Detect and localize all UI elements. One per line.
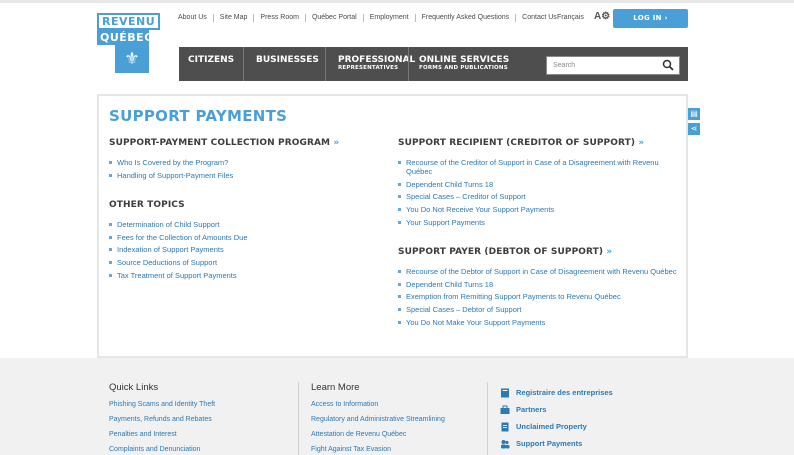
nav-sublabel: FORMS AND PUBLICATIONS [419, 65, 508, 71]
footer-quick-links-title: Quick Links [109, 382, 159, 393]
section-heading-support-recipient[interactable]: SUPPORT RECIPIENT (CREDITOR OF SUPPORT) … [398, 138, 644, 148]
footer-quick-links: Phishing Scams and Identity Theft Paymen… [109, 400, 215, 455]
share-tools: ▤ ⋖ [688, 108, 700, 138]
list-item[interactable]: Recourse of the Creditor of Support in C… [398, 158, 680, 176]
print-icon[interactable]: ▤ [688, 108, 700, 120]
search-input[interactable]: Search [553, 62, 575, 69]
nav-sublabel: REPRESENTATIVES [338, 65, 399, 71]
heading-text: SUPPORT RECIPIENT (CREDITOR OF SUPPORT) [398, 138, 636, 148]
featured-label: Partners [516, 405, 547, 414]
link-quebec-portal[interactable]: Québec Portal [306, 14, 364, 22]
footer-featured-links: Registraire des entreprises Partners Unc… [500, 384, 613, 452]
login-label: LOG IN [633, 14, 662, 22]
list-item[interactable]: Determination of Child Support [109, 220, 379, 229]
nav-citizens[interactable]: CITIZENS [188, 47, 234, 81]
nav-businesses[interactable]: BUSINESSES [256, 47, 319, 81]
nav-divider [408, 47, 409, 81]
featured-label: Unclaimed Property [516, 422, 587, 431]
list-item[interactable]: Handling of Support-Payment Files [109, 171, 379, 180]
fleur-de-lis-icon: ⚜ [115, 45, 149, 73]
double-chevron-icon: » [606, 247, 613, 257]
footer-link[interactable]: Payments, Refunds and Rebates [109, 415, 215, 424]
utility-links: About Us Site Map Press Room Québec Port… [172, 14, 563, 22]
list-item[interactable]: Dependent Child Turns 18 [398, 280, 680, 289]
footer-link[interactable]: Access to Information [311, 400, 445, 409]
support-recipient-links: Recourse of the Creditor of Support in C… [398, 158, 680, 230]
nav-online-services[interactable]: ONLINE SERVICES FORMS AND PUBLICATIONS [419, 47, 509, 81]
featured-label: Support Payments [516, 439, 583, 448]
footer-partners-link[interactable]: Partners [500, 401, 613, 418]
list-item[interactable]: Special Cases – Debtor of Support [398, 305, 680, 314]
list-item[interactable]: Indexation of Support Payments [109, 245, 379, 254]
footer-learn-more-title: Learn More [311, 382, 360, 393]
footer-link[interactable]: Attestation de Revenu Québec [311, 430, 445, 439]
text-size-icon[interactable]: A⚙ [594, 11, 610, 22]
footer-unclaimed-property-link[interactable]: Unclaimed Property [500, 418, 613, 435]
list-item[interactable]: Who Is Covered by the Program? [109, 158, 379, 167]
revenu-quebec-logo[interactable]: REVENU QUÉBEC ⚜ [97, 13, 161, 73]
logo-line2: QUÉBEC [97, 30, 152, 45]
link-employment[interactable]: Employment [364, 14, 416, 22]
footer-link[interactable]: Phishing Scams and Identity Theft [109, 400, 215, 409]
nav-label: CITIZENS [188, 55, 235, 65]
briefcase-icon [500, 405, 510, 414]
logo-line1: REVENU [97, 13, 161, 30]
list-item[interactable]: You Do Not Receive Your Support Payments [398, 205, 680, 214]
nav-label: BUSINESSES [256, 55, 319, 65]
heading-text: OTHER TOPICS [109, 200, 185, 210]
section-heading-other-topics: OTHER TOPICS [109, 200, 185, 210]
link-press-room[interactable]: Press Room [254, 14, 306, 22]
list-item[interactable]: Special Cases – Creditor of Support [398, 192, 680, 201]
list-item[interactable]: Your Support Payments [398, 218, 680, 227]
footer-link[interactable]: Regulatory and Administrative Streamlini… [311, 415, 445, 424]
footer-learn-more-links: Access to Information Regulatory and Adm… [311, 400, 445, 455]
document-icon [501, 422, 509, 431]
link-about-us[interactable]: About Us [172, 14, 214, 22]
featured-label: Registraire des entreprises [516, 388, 613, 397]
language-toggle[interactable]: Français [557, 14, 584, 22]
nav-divider [325, 47, 326, 81]
footer-divider [487, 382, 488, 455]
list-item[interactable]: Source Deductions of Support [109, 258, 379, 267]
nav-divider [243, 47, 244, 81]
footer-support-payments-link[interactable]: Support Payments [500, 435, 613, 452]
footer-link[interactable]: Fight Against Tax Evasion [311, 445, 445, 454]
people-icon [501, 439, 510, 448]
collection-program-links: Who Is Covered by the Program? Handling … [109, 158, 379, 183]
double-chevron-icon: » [638, 138, 645, 148]
section-heading-collection-program[interactable]: SUPPORT-PAYMENT COLLECTION PROGRAM » [109, 138, 339, 148]
chevron-right-icon: › [664, 14, 668, 22]
text-size-glyph: A [594, 11, 602, 22]
footer-link[interactable]: Penalties and Interest [109, 430, 215, 439]
footer-divider [298, 382, 299, 455]
section-heading-support-payer[interactable]: SUPPORT PAYER (DEBTOR OF SUPPORT) » [398, 247, 612, 257]
page-title: SUPPORT PAYMENTS [109, 107, 288, 125]
double-chevron-icon: » [333, 138, 340, 148]
list-item[interactable]: Dependent Child Turns 18 [398, 180, 680, 189]
other-topics-links: Determination of Child Support Fees for … [109, 220, 379, 283]
list-item[interactable]: Tax Treatment of Support Payments [109, 271, 379, 280]
link-contact-us[interactable]: Contact Us [516, 14, 563, 22]
heading-text: SUPPORT PAYER (DEBTOR OF SUPPORT) [398, 247, 604, 257]
top-border [0, 0, 794, 3]
footer-registraire-link[interactable]: Registraire des entreprises [500, 384, 613, 401]
search-box[interactable]: Search [546, 56, 680, 75]
list-item[interactable]: Fees for the Collection of Amounts Due [109, 233, 379, 242]
link-site-map[interactable]: Site Map [214, 14, 255, 22]
support-payer-links: Recourse of the Debtor of Support in Cas… [398, 267, 680, 330]
nav-professional-representatives[interactable]: PROFESSIONAL REPRESENTATIVES [338, 47, 415, 81]
search-icon[interactable] [662, 59, 674, 71]
link-faq[interactable]: Frequently Asked Questions [416, 14, 517, 22]
list-item[interactable]: You Do Not Make Your Support Payments [398, 318, 680, 327]
heading-text: SUPPORT-PAYMENT COLLECTION PROGRAM [109, 138, 331, 148]
list-item[interactable]: Exemption from Remitting Support Payment… [398, 292, 680, 301]
list-item[interactable]: Recourse of the Debtor of Support in Cas… [398, 267, 680, 276]
login-button[interactable]: LOG IN › [613, 9, 688, 28]
nav-label: ONLINE SERVICES [419, 55, 510, 65]
footer-link[interactable]: Complaints and Denunciation [109, 445, 215, 454]
book-icon [501, 388, 509, 397]
nav-label: PROFESSIONAL [338, 55, 416, 65]
share-icon[interactable]: ⋖ [688, 123, 700, 135]
